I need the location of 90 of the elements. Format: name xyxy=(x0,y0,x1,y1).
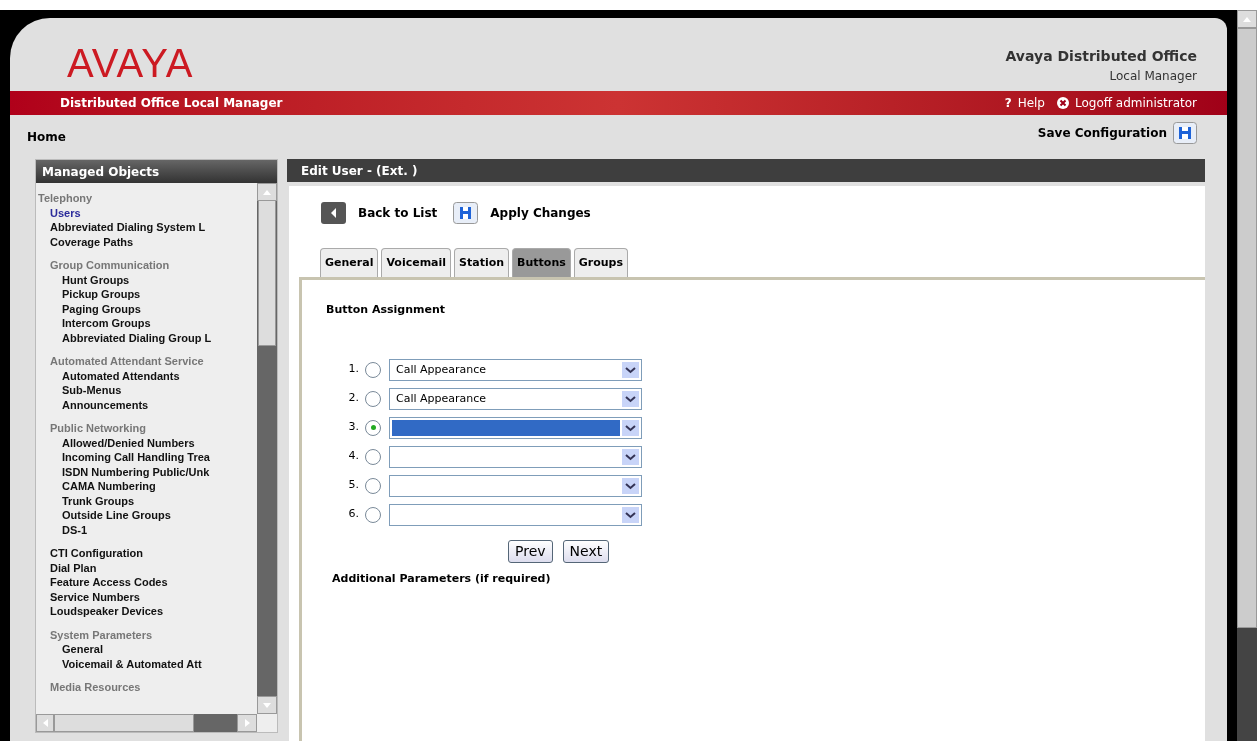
scroll-down-button[interactable] xyxy=(257,696,277,714)
nav-item[interactable]: Coverage Paths xyxy=(36,234,257,249)
app-title: Distributed Office Local Manager xyxy=(60,95,283,112)
nav-item[interactable]: Incoming Call Handling Trea xyxy=(36,450,257,465)
radio-button[interactable] xyxy=(365,419,381,436)
row-number: 1. xyxy=(347,361,359,378)
row-number: 6. xyxy=(347,506,359,523)
category-heading: Group Communication xyxy=(49,258,171,273)
tab[interactable]: Station xyxy=(454,248,510,277)
sidebar-title: Managed Objects xyxy=(42,163,160,181)
nav-item[interactable]: Loudspeaker Devices xyxy=(36,604,257,619)
nav-item[interactable]: DS-1 xyxy=(36,522,257,537)
button-type-dropdown[interactable] xyxy=(389,416,642,439)
breadcrumb-home[interactable]: Home xyxy=(27,128,66,146)
tab[interactable]: Groups xyxy=(573,248,629,277)
nav-item[interactable]: Paging Groups xyxy=(36,301,257,316)
save-icon[interactable] xyxy=(453,202,479,224)
product-title: Avaya Distributed Office xyxy=(1005,47,1197,66)
nav-item[interactable]: Announcements xyxy=(36,397,257,412)
tab[interactable]: Buttons xyxy=(512,248,571,277)
help-link[interactable]: Help xyxy=(1017,94,1045,112)
category-heading: Public Networking xyxy=(49,421,147,436)
nav-item[interactable]: Service Numbers xyxy=(36,589,257,604)
right-arrow-icon xyxy=(244,719,250,727)
scroll-left-button[interactable] xyxy=(36,714,54,732)
category-heading: System Parameters xyxy=(49,627,154,642)
section-title: Button Assignment xyxy=(326,302,447,318)
nav-item[interactable]: Intercom Groups xyxy=(36,316,257,331)
button-type-dropdown[interactable] xyxy=(389,503,642,526)
tab[interactable]: General xyxy=(320,248,379,277)
row-number: 5. xyxy=(347,477,359,494)
nav-item[interactable]: Users xyxy=(36,205,257,220)
tab[interactable]: Voicemail xyxy=(381,248,452,277)
help-icon: ? xyxy=(1004,94,1012,112)
prev-button[interactable]: Prev xyxy=(508,539,553,563)
row-number: 4. xyxy=(347,448,359,465)
down-arrow-icon xyxy=(263,702,271,708)
radio-button[interactable] xyxy=(365,506,381,523)
vertical-scrollbar[interactable] xyxy=(257,183,277,714)
page-scrollbar[interactable] xyxy=(1237,10,1257,741)
nav-item[interactable]: Abbreviated Dialing System L xyxy=(36,220,257,235)
nav-item[interactable]: Hunt Groups xyxy=(36,272,257,287)
horizontal-scrollbar[interactable] xyxy=(36,714,257,732)
button-type-dropdown[interactable]: Call Appearance xyxy=(389,387,642,410)
nav-item[interactable]: Abbreviated Dialing Group L xyxy=(36,330,257,345)
category-heading: Media Resources xyxy=(49,680,142,695)
nav-item[interactable]: Dial Plan xyxy=(36,560,257,575)
product-subtitle: Local Manager xyxy=(1109,68,1197,85)
save-icon[interactable] xyxy=(1173,122,1197,144)
radio-button[interactable] xyxy=(365,390,381,407)
close-icon xyxy=(1057,97,1069,109)
scroll-thumb[interactable] xyxy=(1237,28,1257,628)
nav-item[interactable]: Allowed/Denied Numbers xyxy=(36,435,257,450)
nav-item[interactable]: CTI Configuration xyxy=(36,546,257,561)
avaya-logo: AVAYA xyxy=(67,43,194,83)
scroll-up-button[interactable] xyxy=(1237,10,1257,28)
nav-item[interactable]: Feature Access Codes xyxy=(36,575,257,590)
next-button[interactable]: Next xyxy=(562,539,610,563)
radio-button[interactable] xyxy=(365,361,381,378)
nav-item[interactable]: Voicemail & Automated Att xyxy=(36,656,257,671)
nav-item[interactable]: Outside Line Groups xyxy=(36,508,257,523)
category-heading: Telephony xyxy=(37,191,94,206)
radio-button[interactable] xyxy=(365,448,381,465)
button-type-dropdown[interactable]: Call Appearance xyxy=(389,358,642,381)
scroll-thumb[interactable] xyxy=(54,714,194,732)
nav-item[interactable]: General xyxy=(36,642,257,657)
button-type-dropdown[interactable] xyxy=(389,474,642,497)
button-type-dropdown[interactable] xyxy=(389,445,642,468)
scroll-up-button[interactable] xyxy=(257,183,277,201)
scroll-right-button[interactable] xyxy=(237,714,257,732)
up-arrow-icon xyxy=(263,189,271,195)
up-arrow-icon xyxy=(1243,16,1251,22)
save-configuration-link[interactable]: Save Configuration xyxy=(1037,124,1167,142)
scroll-thumb[interactable] xyxy=(258,200,276,346)
back-to-list-link[interactable]: Back to List xyxy=(358,204,438,222)
nav-item[interactable]: Pickup Groups xyxy=(36,287,257,302)
row-number: 3. xyxy=(347,419,359,436)
page-title: Edit User - (Ext. ) xyxy=(301,162,418,180)
left-arrow-icon xyxy=(42,719,48,727)
logoff-link[interactable]: Logoff administrator xyxy=(1075,94,1197,112)
nav-item[interactable]: Sub-Menus xyxy=(36,383,257,398)
nav-item[interactable]: CAMA Numbering xyxy=(36,479,257,494)
apply-changes-link[interactable]: Apply Changes xyxy=(490,204,591,222)
radio-button[interactable] xyxy=(365,477,381,494)
section-title: Additional Parameters (if required) xyxy=(332,570,552,587)
row-number: 2. xyxy=(347,390,359,407)
nav-item[interactable]: Trunk Groups xyxy=(36,493,257,508)
nav-item[interactable]: Automated Attendants xyxy=(36,368,257,383)
nav-item[interactable]: ISDN Numbering Public/Unk xyxy=(36,464,257,479)
category-heading: Automated Attendant Service xyxy=(49,354,205,369)
